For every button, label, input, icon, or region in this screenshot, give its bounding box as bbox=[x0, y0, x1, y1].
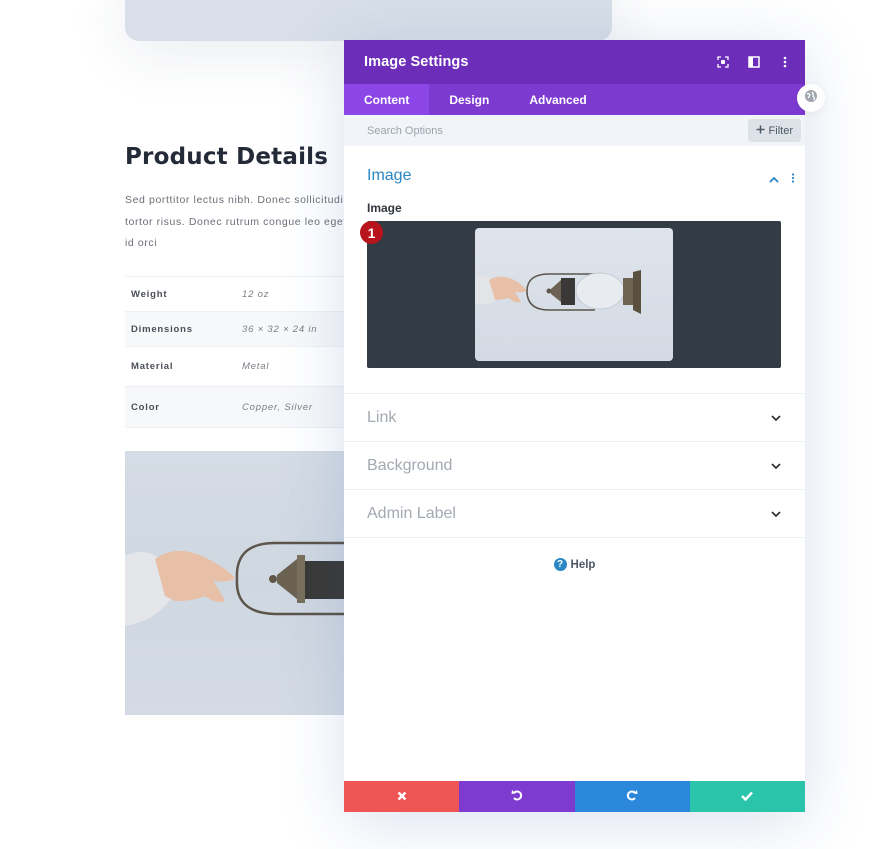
help-label: Help bbox=[570, 558, 596, 571]
hand-shape bbox=[155, 550, 235, 603]
search-options-input[interactable] bbox=[367, 124, 567, 137]
spec-table: Weight 12 oz Dimensions 36 × 32 × 24 in … bbox=[125, 276, 350, 428]
chevron-down-icon bbox=[771, 409, 781, 427]
spec-label: Dimensions bbox=[131, 323, 193, 335]
step-badge: 1 bbox=[360, 221, 383, 244]
spec-row: Color Copper, Silver bbox=[125, 387, 350, 428]
check-icon bbox=[741, 788, 754, 806]
image-upload-field[interactable] bbox=[367, 221, 781, 368]
section-title-link: Link bbox=[367, 408, 397, 426]
tab-bar: Content Design Advanced bbox=[344, 84, 805, 115]
image-preview bbox=[475, 228, 673, 361]
description-line: Sed porttitor lectus nibh. Donec sollici… bbox=[125, 194, 350, 206]
tab-design[interactable]: Design bbox=[429, 84, 509, 115]
section-background[interactable]: Background bbox=[344, 442, 805, 490]
help-icon: ? bbox=[553, 558, 567, 571]
plus-icon bbox=[756, 125, 765, 137]
filter-label: Filter bbox=[768, 124, 793, 137]
cancel-button[interactable] bbox=[344, 781, 460, 812]
globe-icon bbox=[804, 89, 818, 108]
global-settings-toggle[interactable] bbox=[797, 84, 825, 112]
filter-button[interactable]: Filter bbox=[747, 119, 801, 142]
help-link[interactable]: ? Help bbox=[344, 558, 805, 571]
lantern-cap bbox=[277, 559, 297, 599]
lantern-knob bbox=[269, 575, 277, 583]
spec-value: Copper, Silver bbox=[242, 401, 313, 413]
section-admin-label[interactable]: Admin Label bbox=[344, 490, 805, 538]
section-image: Image Image 1 bbox=[344, 146, 805, 394]
product-description: Sed porttitor lectus nibh. Donec sollici… bbox=[125, 190, 365, 255]
lantern-ring bbox=[297, 555, 305, 603]
spec-value: Metal bbox=[242, 361, 270, 372]
focus-mode-icon[interactable] bbox=[716, 56, 729, 69]
section-title-admin-label: Admin Label bbox=[367, 504, 456, 522]
spec-row: Material Metal bbox=[125, 347, 350, 387]
lantern-preview-illustration bbox=[475, 270, 641, 314]
modal-title: Image Settings bbox=[364, 54, 469, 70]
cancel-icon bbox=[397, 788, 407, 806]
redo-icon bbox=[626, 788, 638, 806]
top-image-card bbox=[125, 0, 612, 41]
redo-button[interactable] bbox=[574, 781, 690, 812]
spec-label: Weight bbox=[131, 288, 168, 300]
chevron-down-icon bbox=[771, 457, 781, 475]
spec-value: 36 × 32 × 24 in bbox=[242, 323, 318, 335]
spec-row: Weight 12 oz bbox=[125, 277, 350, 312]
chevron-up-icon[interactable] bbox=[769, 170, 779, 188]
image-settings-modal: Image Settings Content Design Advanced F… bbox=[344, 40, 805, 812]
image-field-label: Image bbox=[367, 201, 402, 215]
undo-icon bbox=[511, 788, 523, 806]
chevron-down-icon bbox=[771, 505, 781, 523]
modal-footer bbox=[344, 781, 805, 812]
lantern-photo-illustration bbox=[125, 541, 350, 626]
header-icons bbox=[716, 40, 791, 84]
section-options-icon[interactable] bbox=[791, 170, 795, 188]
product-photo bbox=[125, 451, 350, 715]
undo-button[interactable] bbox=[459, 781, 575, 812]
spec-row: Dimensions 36 × 32 × 24 in bbox=[125, 312, 350, 347]
section-link[interactable]: Link bbox=[344, 394, 805, 442]
tab-advanced[interactable]: Advanced bbox=[509, 84, 606, 115]
spec-label: Material bbox=[131, 361, 174, 372]
spec-value: 12 oz bbox=[242, 288, 270, 300]
spec-label: Color bbox=[131, 401, 160, 413]
modal-header: Image Settings bbox=[344, 40, 805, 84]
split-view-icon[interactable] bbox=[747, 56, 760, 69]
description-line: tortor risus. Donec rutrum congue leo eg… bbox=[125, 215, 347, 228]
search-bar: Filter bbox=[344, 115, 805, 146]
section-title-background: Background bbox=[367, 456, 453, 474]
page-title: Product Details bbox=[125, 144, 329, 170]
save-button[interactable] bbox=[689, 781, 805, 812]
tab-content[interactable]: Content bbox=[344, 84, 430, 115]
more-options-icon[interactable] bbox=[778, 56, 791, 69]
description-line: id orci bbox=[125, 237, 158, 249]
section-title-image[interactable]: Image bbox=[367, 167, 411, 185]
